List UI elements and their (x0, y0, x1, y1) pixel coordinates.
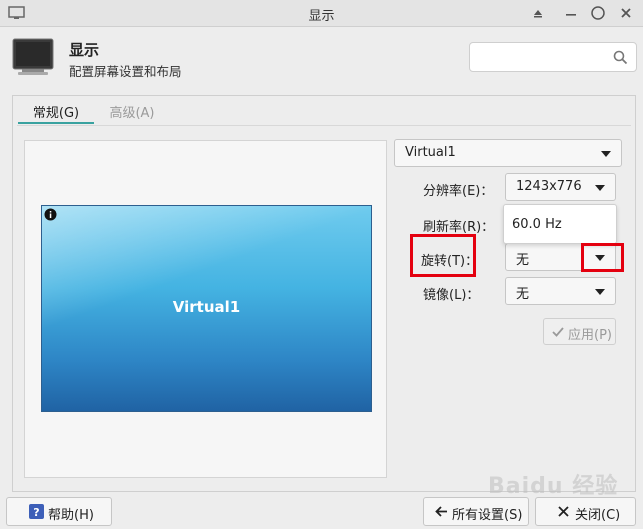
rotation-value: 无 (516, 253, 530, 268)
page-title: 显示 (69, 41, 100, 59)
window-title: 显示 (308, 9, 335, 24)
refresh-rate-option[interactable]: 60.0 Hz (512, 217, 562, 232)
search-field[interactable] (469, 42, 637, 72)
title-bar: 显示 (0, 0, 643, 27)
close-button-label: 关闭(C) (575, 508, 621, 523)
apply-button-label: 应用(P) (568, 328, 612, 343)
checkmark-icon (552, 327, 564, 337)
minimize-icon[interactable] (563, 5, 579, 21)
tab-advanced[interactable]: 高级(A) (96, 100, 168, 124)
close-icon (558, 506, 569, 517)
display-select[interactable]: Virtual1 (394, 139, 622, 167)
mirror-label: 镜像(L)： (423, 288, 480, 303)
page-subtitle: 配置屏幕设置和布局 (69, 64, 182, 79)
close-button[interactable]: 关闭(C) (535, 497, 636, 526)
monitor-preview[interactable]: Virtual1 (41, 205, 372, 412)
help-icon: ? (29, 504, 44, 519)
resolution-select[interactable]: 1243x776 (505, 173, 616, 201)
maximize-icon[interactable] (590, 5, 606, 21)
help-button-label: 帮助(H) (48, 508, 94, 523)
refresh-rate-dropdown: 60.0 Hz (503, 204, 617, 244)
chevron-down-icon (601, 151, 611, 157)
display-settings-icon (12, 38, 54, 75)
highlight-box-rotation-arrow (581, 243, 624, 272)
resolution-value: 1243x776 (516, 179, 582, 194)
refresh-rate-label: 刷新率(R)： (423, 220, 495, 235)
help-button[interactable]: ? 帮助(H) (6, 497, 112, 526)
mirror-select[interactable]: 无 (505, 277, 616, 305)
all-settings-label: 所有设置(S) (452, 508, 523, 523)
tab-general[interactable]: 常规(G) (18, 100, 94, 124)
close-icon[interactable] (618, 5, 634, 21)
apply-button[interactable]: 应用(P) (543, 318, 616, 345)
arrow-left-icon (435, 506, 447, 517)
chevron-down-icon (595, 185, 605, 191)
display-select-value: Virtual1 (405, 145, 456, 160)
svg-text:?: ? (33, 506, 39, 519)
shade-icon[interactable] (530, 5, 546, 21)
resolution-label: 分辨率(E)： (423, 184, 494, 199)
monitor-label: Virtual1 (172, 298, 241, 316)
all-settings-button[interactable]: 所有设置(S) (423, 497, 529, 526)
search-input[interactable] (476, 47, 606, 67)
chevron-down-icon (595, 289, 605, 295)
search-icon (613, 50, 628, 65)
mirror-value: 无 (516, 287, 530, 302)
highlight-box-rotation-label (410, 234, 476, 277)
info-icon[interactable] (44, 208, 57, 221)
watermark: Baidu 经验 (488, 474, 619, 499)
